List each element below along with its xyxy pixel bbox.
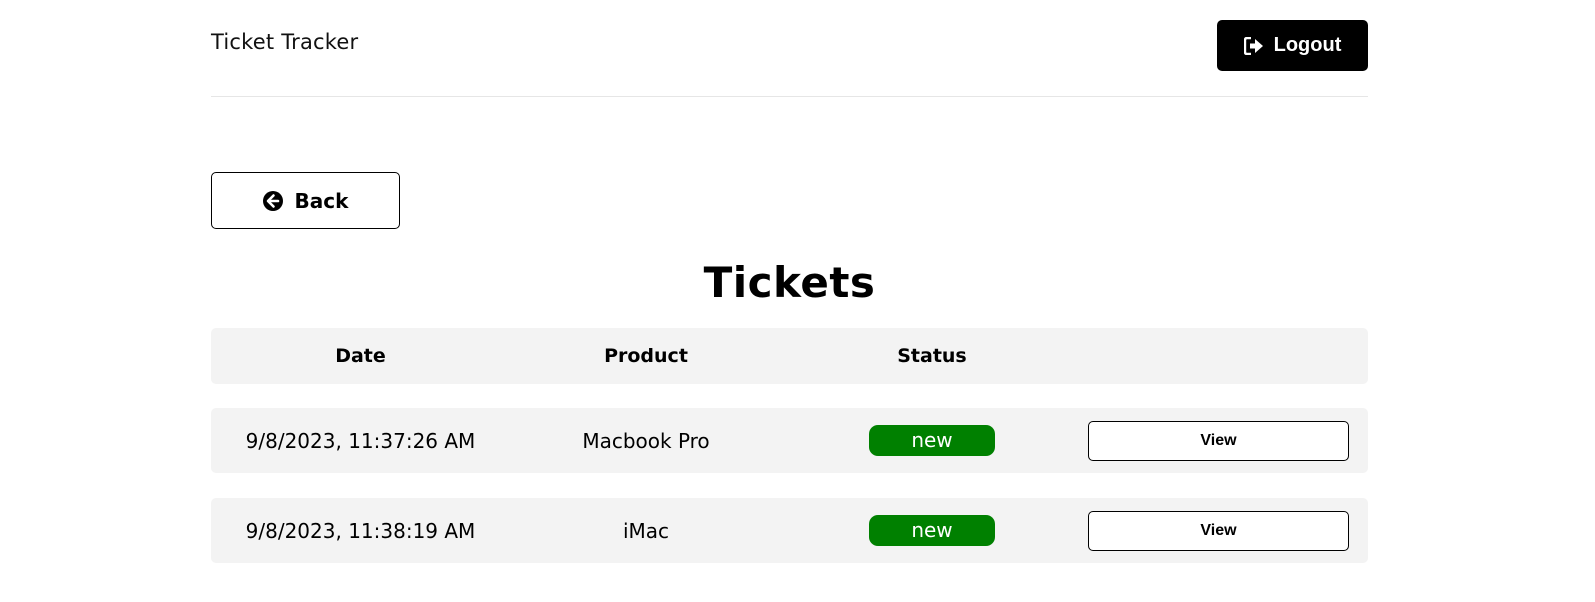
ticket-status-cell: new bbox=[782, 515, 1082, 546]
ticket-product: Macbook Pro bbox=[582, 428, 710, 453]
ticket-action-cell: View bbox=[1082, 510, 1368, 551]
table-header: Date Product Status bbox=[211, 328, 1368, 384]
page-container: Ticket Tracker Logout Back Tickets Date … bbox=[211, 0, 1368, 563]
ticket-date: 9/8/2023, 11:38:19 AM bbox=[245, 518, 476, 543]
back-label: Back bbox=[294, 188, 349, 213]
column-header-status: Status bbox=[897, 345, 967, 367]
status-badge: new bbox=[869, 425, 995, 456]
view-ticket-button[interactable]: View bbox=[1088, 510, 1349, 551]
column-header-date: Date bbox=[335, 345, 386, 367]
sign-out-icon bbox=[1243, 36, 1264, 55]
status-badge: new bbox=[869, 515, 995, 546]
ticket-date: 9/8/2023, 11:37:26 AM bbox=[245, 428, 476, 453]
view-ticket-button[interactable]: View bbox=[1088, 420, 1349, 461]
logout-button[interactable]: Logout bbox=[1217, 20, 1368, 71]
ticket-product: iMac bbox=[622, 518, 670, 543]
app-title[interactable]: Ticket Tracker bbox=[211, 30, 358, 54]
arrow-circle-left-icon bbox=[262, 190, 283, 211]
table-row: 9/8/2023, 11:37:26 AM Macbook Pro new Vi… bbox=[211, 408, 1368, 473]
app-header: Ticket Tracker Logout bbox=[211, 0, 1368, 97]
table-row: 9/8/2023, 11:38:19 AM iMac new View bbox=[211, 498, 1368, 563]
page-title: Tickets bbox=[703, 258, 876, 307]
ticket-action-cell: View bbox=[1082, 420, 1368, 461]
back-button[interactable]: Back bbox=[211, 172, 400, 229]
logout-label: Logout bbox=[1273, 34, 1342, 56]
ticket-status-cell: new bbox=[782, 425, 1082, 456]
column-header-product: Product bbox=[604, 345, 688, 367]
